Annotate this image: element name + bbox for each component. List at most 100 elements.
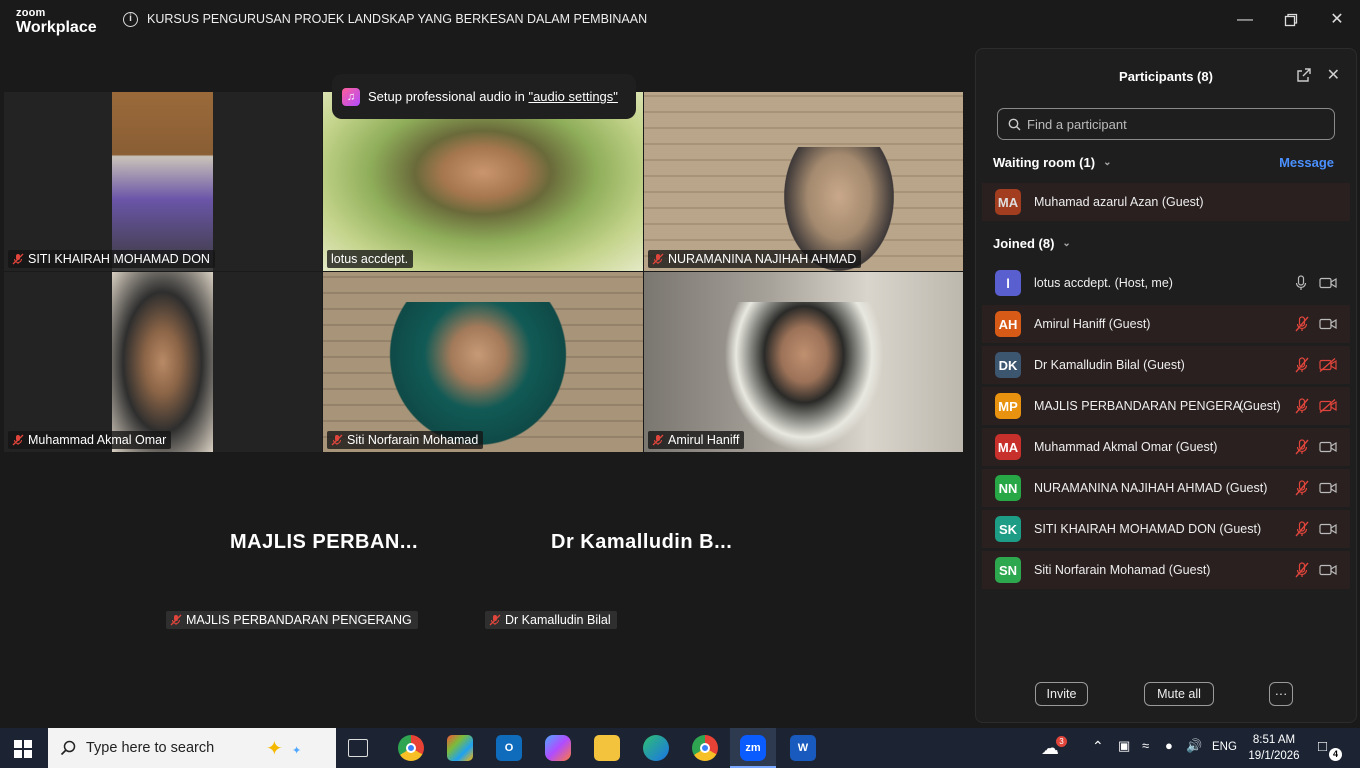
- close-icon[interactable]: ✕: [1327, 65, 1340, 85]
- taskbar-clock[interactable]: 8:51 AM 19/1/2026: [1244, 732, 1304, 764]
- mic-muted-icon[interactable]: [1295, 480, 1309, 496]
- search-icon: [1008, 118, 1021, 130]
- word-icon[interactable]: W: [790, 735, 816, 761]
- participant-row[interactable]: DK Dr Kamalludin Bilal (Guest): [982, 346, 1350, 384]
- avatar: SN: [995, 557, 1021, 583]
- participant-name: lotus accdept.: [331, 252, 409, 266]
- search-input[interactable]: [1027, 116, 1307, 132]
- mic-muted-icon: [652, 253, 664, 265]
- joined-header[interactable]: Joined (8) ⌄: [993, 236, 1071, 251]
- meet-now-icon[interactable]: ▣: [1118, 738, 1130, 754]
- avatar: DK: [995, 352, 1021, 378]
- message-button[interactable]: Message: [1279, 155, 1334, 170]
- mic-muted-icon: [652, 434, 664, 446]
- waiting-room-label: Waiting room (1): [993, 155, 1096, 170]
- participant-row[interactable]: SK SITI KHAIRAH MOHAMAD DON (Guest): [982, 510, 1350, 548]
- chrome-icon[interactable]: [398, 735, 424, 761]
- participant-name-tag: SITI KHAIRAH MOHAMAD DON: [8, 250, 215, 268]
- clock-time: 8:51 AM: [1252, 734, 1296, 746]
- chevron-up-icon[interactable]: ⌃: [1092, 738, 1104, 755]
- participants-panel: Participants (8) ✕ Waiting room (1) ⌄ Me…: [975, 48, 1357, 723]
- toast-text: Setup professional audio in: [368, 89, 529, 104]
- participant-row[interactable]: AH Amirul Haniff (Guest): [982, 305, 1350, 343]
- participant-row[interactable]: SN Siti Norfarain Mohamad (Guest): [982, 551, 1350, 589]
- audio-setup-toast[interactable]: ♫ Setup professional audio in "audio set…: [332, 74, 636, 119]
- edge-icon[interactable]: [643, 735, 669, 761]
- mic-muted-icon[interactable]: [1295, 439, 1309, 455]
- popout-icon[interactable]: [1296, 67, 1314, 85]
- outlook-icon[interactable]: O: [496, 735, 522, 761]
- copilot-icon[interactable]: [545, 735, 571, 761]
- video-tile[interactable]: SITI KHAIRAH MOHAMAD DON: [4, 92, 322, 271]
- video-off-icon[interactable]: [1319, 398, 1337, 414]
- zoom-logo: zoom Workplace: [16, 8, 97, 36]
- video-camera-icon[interactable]: [1319, 481, 1337, 495]
- maximize-icon[interactable]: [1276, 8, 1306, 32]
- video-camera-icon[interactable]: [1319, 563, 1337, 577]
- no-video-display-name: Dr Kamalludin B...: [551, 531, 733, 553]
- mic-muted-icon[interactable]: [1295, 316, 1309, 332]
- close-window-icon[interactable]: ✕: [1322, 8, 1352, 32]
- wifi-icon[interactable]: ≈: [1142, 738, 1149, 753]
- mic-muted-icon[interactable]: [1295, 521, 1309, 537]
- participant-name: Amirul Haniff (Guest): [1034, 317, 1151, 331]
- participant-row[interactable]: MP MAJLIS PERBANDARAN PENGERA... (Guest): [982, 387, 1350, 425]
- participant-name-tag: MAJLIS PERBANDARAN PENGERANG: [166, 611, 418, 629]
- video-tile[interactable]: Siti Norfarain Mohamad: [323, 272, 643, 452]
- waiting-room-header[interactable]: Waiting room (1) ⌄: [993, 155, 1111, 170]
- mic-muted-icon[interactable]: [1295, 398, 1309, 414]
- language-indicator[interactable]: ENG: [1212, 741, 1237, 753]
- video-feed: [112, 272, 213, 452]
- participant-row[interactable]: MA Muhammad Akmal Omar (Guest): [982, 428, 1350, 466]
- sparkle-small-icon: ✦: [292, 745, 302, 757]
- participant-name: NURAMANINA NAJIHAH AHMAD: [668, 252, 857, 266]
- participant-name: MAJLIS PERBANDARAN PENGERANG: [186, 613, 412, 627]
- windows-start-icon[interactable]: [14, 740, 32, 758]
- music-note-icon: ♫: [342, 87, 360, 106]
- avatar: MA: [995, 189, 1021, 215]
- invite-button[interactable]: Invite: [1035, 682, 1088, 706]
- info-icon[interactable]: i: [123, 12, 138, 27]
- participant-name: SITI KHAIRAH MOHAMAD DON (Guest): [1034, 522, 1262, 536]
- microsoft-store-icon[interactable]: [447, 735, 473, 761]
- participant-name: MAJLIS PERBANDARAN PENGERA...: [1034, 399, 1252, 413]
- mic-muted-icon[interactable]: [1295, 562, 1309, 578]
- avatar: l: [995, 270, 1021, 296]
- video-camera-icon[interactable]: [1319, 522, 1337, 536]
- mic-muted-icon[interactable]: [1295, 357, 1309, 373]
- minimize-icon[interactable]: —: [1230, 8, 1260, 32]
- participant-name: lotus accdept. (Host, me): [1034, 276, 1173, 290]
- participant-name: Amirul Haniff: [668, 433, 740, 447]
- task-view-icon[interactable]: [348, 739, 368, 757]
- waiting-participant-row[interactable]: MA Muhamad azarul Azan (Guest): [982, 183, 1350, 221]
- participant-name-tag: Muhammad Akmal Omar: [8, 431, 172, 449]
- microphone-icon[interactable]: [1295, 275, 1309, 291]
- zoom-app-icon[interactable]: zm: [740, 735, 766, 761]
- copilot-sparkle-icon: ✦: [266, 738, 283, 760]
- video-camera-icon[interactable]: [1319, 276, 1337, 290]
- volume-icon[interactable]: 🔊: [1186, 738, 1202, 754]
- more-options-button[interactable]: ···: [1269, 682, 1293, 706]
- participant-row[interactable]: l lotus accdept. (Host, me): [982, 264, 1350, 302]
- video-tile[interactable]: NURAMANINA NAJIHAH AHMAD: [644, 92, 963, 271]
- taskbar-search-box[interactable]: Type here to search ✦ ✦: [48, 728, 336, 768]
- microphone-icon[interactable]: ●: [1165, 738, 1173, 753]
- participant-search[interactable]: [997, 108, 1335, 140]
- audio-settings-link[interactable]: "audio settings": [528, 89, 617, 104]
- participant-name: Dr Kamalludin Bilal: [505, 613, 611, 627]
- chrome-profile-icon[interactable]: [692, 735, 718, 761]
- video-off-icon[interactable]: [1319, 357, 1337, 373]
- participant-name: Siti Norfarain Mohamad: [347, 433, 479, 447]
- mute-all-button[interactable]: Mute all: [1144, 682, 1214, 706]
- file-explorer-icon[interactable]: [594, 735, 620, 761]
- participant-row[interactable]: NN NURAMANINA NAJIHAH AHMAD (Guest): [982, 469, 1350, 507]
- participant-name: Muhammad Akmal Omar: [28, 433, 167, 447]
- video-tile[interactable]: Amirul Haniff: [644, 272, 963, 452]
- video-tile[interactable]: Muhammad Akmal Omar: [4, 272, 322, 452]
- search-placeholder: Type here to search: [86, 740, 215, 756]
- avatar: NN: [995, 475, 1021, 501]
- video-camera-icon[interactable]: [1319, 440, 1337, 454]
- video-camera-icon[interactable]: [1319, 317, 1337, 331]
- notification-icon[interactable]: □: [1318, 738, 1327, 755]
- participant-name-tag: Dr Kamalludin Bilal: [485, 611, 617, 629]
